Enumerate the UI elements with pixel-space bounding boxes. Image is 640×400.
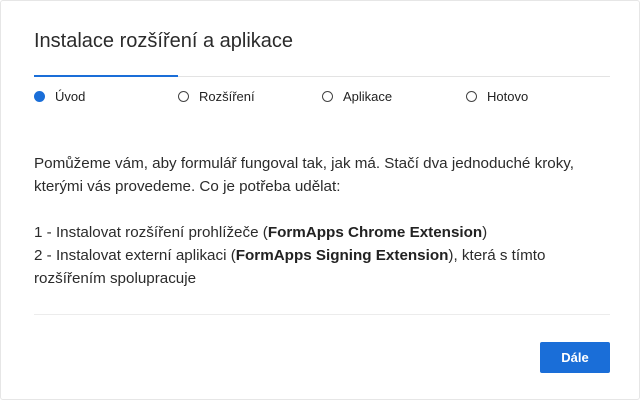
intro-content: Pomůžeme vám, aby formulář fungoval tak,…: [34, 152, 614, 290]
signing-extension-name: FormApps Signing Extension: [235, 247, 449, 264]
step-radio-icon: [466, 90, 477, 102]
step-1-suffix: ): [482, 224, 488, 241]
step-hotovo: Hotovo: [466, 88, 529, 104]
step-uvod: Úvod: [34, 88, 86, 104]
dialog-title: Instalace rozšíření a aplikace: [34, 30, 294, 52]
step-label: Rozšíření: [199, 88, 255, 104]
chrome-extension-name: FormApps Chrome Extension: [267, 224, 483, 241]
step-label: Aplikace: [343, 88, 393, 104]
step-radio-icon: [34, 90, 45, 102]
next-button[interactable]: Dále: [540, 342, 610, 373]
step-label: Hotovo: [487, 88, 529, 104]
step-radio-icon: [322, 90, 333, 102]
instruction-step-2: 2 - Instalovat externí aplikaci (FormApp…: [34, 244, 614, 290]
step-label: Úvod: [55, 88, 86, 104]
step-rozsireni: Rozšíření: [178, 88, 255, 104]
step-2-prefix: 2 - Instalovat externí aplikaci (: [34, 247, 236, 264]
stepper-progress-bar: [34, 75, 178, 77]
stepper-track: [34, 75, 610, 77]
intro-paragraph: Pomůžeme vám, aby formulář fungoval tak,…: [34, 155, 574, 195]
step-radio-icon: [178, 90, 189, 102]
step-1-prefix: 1 - Instalovat rozšíření prohlížeče (: [34, 224, 268, 241]
footer-divider: [34, 314, 610, 315]
instruction-step-1: 1 - Instalovat rozšíření prohlížeče (For…: [34, 221, 614, 244]
install-dialog: Instalace rozšíření a aplikace Úvod Rozš…: [0, 0, 640, 400]
step-aplikace: Aplikace: [322, 88, 393, 104]
